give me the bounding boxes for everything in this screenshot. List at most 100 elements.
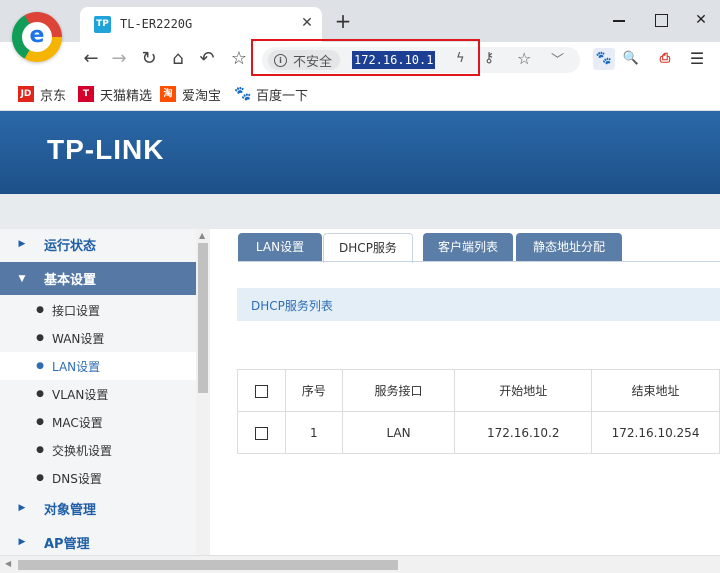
bullet-icon: ●	[36, 389, 44, 399]
bullet-icon: ●	[36, 361, 44, 371]
sidebar-item-label: MAC设置	[52, 415, 103, 430]
cell-start-address: 172.16.10.2	[454, 411, 593, 454]
tab-static-address[interactable]: 静态地址分配	[516, 233, 622, 261]
bookmark-taobao[interactable]: 淘 爱淘宝	[160, 85, 222, 104]
forward-icon[interactable]: →	[106, 46, 132, 72]
table-header-row: 序号 服务接口 开始地址 结束地址	[237, 369, 720, 412]
header-band	[0, 194, 720, 229]
column-header-interface: 服务接口	[341, 369, 456, 412]
sidebar-scroll-thumb[interactable]	[198, 243, 208, 393]
dhcp-service-table: 序号 服务接口 开始地址 结束地址 1 LAN 172.16.10.2 172.…	[237, 369, 720, 454]
bookmark-jd[interactable]: JD 京东	[18, 85, 67, 104]
bullet-icon: ●	[36, 305, 44, 315]
cell-end-address: 172.16.10.254	[591, 411, 720, 454]
new-tab-button[interactable]: +	[332, 9, 354, 33]
sidebar-group-label: AP管理	[44, 536, 90, 552]
cell-interface: LAN	[341, 411, 456, 454]
tab-dhcp-service[interactable]: DHCP服务	[323, 233, 413, 263]
browser-titlebar: TP TL-ER2220G ✕ + ✕	[0, 0, 720, 42]
section-title: DHCP服务列表	[251, 299, 333, 313]
bullet-icon: ●	[36, 333, 44, 343]
sidebar-group-label: 基本设置	[44, 273, 97, 288]
tab-divider	[238, 261, 720, 262]
bookmark-label: 京东	[40, 88, 67, 104]
pdf-extension-icon[interactable]: ⎙	[654, 48, 676, 70]
sidebar-item-switch[interactable]: ● 交换机设置	[0, 436, 196, 464]
bookmarks-bar: JD 京东 T 天猫精选 淘 爱淘宝 🐾 百度一下	[0, 76, 720, 111]
bullet-icon: ●	[36, 445, 44, 455]
sidebar-scrollbar[interactable]: ▲	[196, 229, 210, 555]
window-minimize-button[interactable]	[604, 8, 634, 32]
brand-header: TP-LINK	[0, 111, 720, 194]
row-checkbox[interactable]	[254, 426, 268, 440]
chevron-down-icon[interactable]: ﹀	[551, 49, 564, 68]
sidebar-item-label: VLAN设置	[52, 387, 109, 402]
jd-icon: JD	[18, 86, 34, 102]
star-icon[interactable]: ☆	[226, 46, 252, 72]
browser-tab[interactable]: TP TL-ER2220G ✕	[80, 7, 322, 42]
bookmark-tmall[interactable]: T 天猫精选	[78, 85, 153, 104]
column-header-index: 序号	[284, 369, 343, 412]
horizontal-scroll-thumb[interactable]	[18, 560, 398, 570]
browser-logo-icon: e	[12, 12, 62, 62]
menu-icon[interactable]: ☰	[686, 48, 708, 70]
bookmark-label: 爱淘宝	[182, 88, 222, 104]
taobao-icon: 淘	[160, 86, 176, 102]
sidebar-group-basic[interactable]: ▼ 基本设置	[0, 262, 196, 295]
sidebar-item-interface[interactable]: ● 接口设置	[0, 296, 196, 324]
horizontal-scrollbar[interactable]: ◀	[0, 555, 720, 573]
sidebar-item-mac[interactable]: ● MAC设置	[0, 408, 196, 436]
home-icon[interactable]: ⌂	[165, 46, 191, 72]
tmall-icon: T	[78, 86, 94, 102]
tab-title: TL-ER2220G	[120, 17, 193, 31]
triangle-down-icon: ▼	[18, 273, 26, 284]
address-highlight-box	[251, 39, 480, 76]
reload-icon[interactable]: ↻	[136, 46, 162, 72]
paw-extension-icon[interactable]: 🐾	[593, 48, 615, 70]
column-header-end: 结束地址	[591, 369, 720, 412]
key-icon[interactable]: ⚷	[484, 50, 494, 66]
bullet-icon: ●	[36, 417, 44, 427]
search-icon[interactable]: 🔍	[620, 48, 642, 70]
main-content: LAN设置 DHCP服务 客户端列表 静态地址分配 DHCP服务列表 序号 服务…	[210, 229, 720, 555]
triangle-right-icon: ▶	[18, 239, 26, 249]
sidebar-item-label: 交换机设置	[52, 443, 113, 458]
table-row: 1 LAN 172.16.10.2 172.16.10.254	[237, 411, 720, 454]
sidebar-item-label: 接口设置	[52, 303, 101, 318]
select-all-checkbox[interactable]	[254, 384, 268, 398]
router-page: TP-LINK ▶ 运行状态 ▼ 基本设置 ● 接口设置 ● WAN设置 ● L…	[0, 111, 720, 555]
triangle-right-icon: ▶	[18, 503, 26, 513]
bookmark-baidu[interactable]: 🐾 百度一下	[234, 85, 309, 104]
sidebar-item-label: LAN设置	[52, 359, 101, 374]
window-close-button[interactable]: ✕	[686, 8, 716, 32]
select-all-cell	[237, 369, 286, 412]
sidebar-item-vlan[interactable]: ● VLAN设置	[0, 380, 196, 408]
tab-client-list[interactable]: 客户端列表	[423, 233, 513, 261]
tab-close-icon[interactable]: ✕	[298, 14, 316, 32]
baidu-paw-icon: 🐾	[234, 86, 252, 102]
sidebar-item-label: DNS设置	[52, 471, 102, 486]
bullet-icon: ●	[36, 473, 44, 483]
triangle-right-icon: ▶	[18, 537, 26, 547]
scroll-left-icon[interactable]: ◀	[5, 559, 11, 568]
bookmark-label: 百度一下	[256, 88, 309, 104]
sidebar-group-label: 对象管理	[44, 502, 97, 518]
sidebar-group-object[interactable]: ▶ 对象管理	[0, 493, 196, 523]
tab-lan-settings[interactable]: LAN设置	[238, 233, 322, 261]
sidebar-item-lan[interactable]: ● LAN设置	[0, 352, 196, 380]
window-maximize-button[interactable]	[646, 8, 676, 32]
sidebar-group-status[interactable]: ▶ 运行状态	[0, 229, 196, 259]
bookmark-star-icon[interactable]: ☆	[517, 49, 531, 68]
tp-link-logo: TP-LINK	[47, 134, 165, 165]
sidebar-item-dns[interactable]: ● DNS设置	[0, 464, 196, 492]
sidebar-item-label: WAN设置	[52, 331, 105, 346]
scroll-up-icon[interactable]: ▲	[199, 231, 205, 240]
tp-link-favicon-icon: TP	[94, 16, 111, 33]
sidebar-group-ap[interactable]: ▶ AP管理	[0, 527, 196, 555]
sidebar-group-label: 运行状态	[44, 238, 97, 254]
undo-icon[interactable]: ↶	[194, 46, 220, 72]
bookmark-label: 天猫精选	[100, 88, 153, 104]
section-header: DHCP服务列表	[237, 288, 720, 321]
sidebar-item-wan[interactable]: ● WAN设置	[0, 324, 196, 352]
back-icon[interactable]: ←	[78, 46, 104, 72]
